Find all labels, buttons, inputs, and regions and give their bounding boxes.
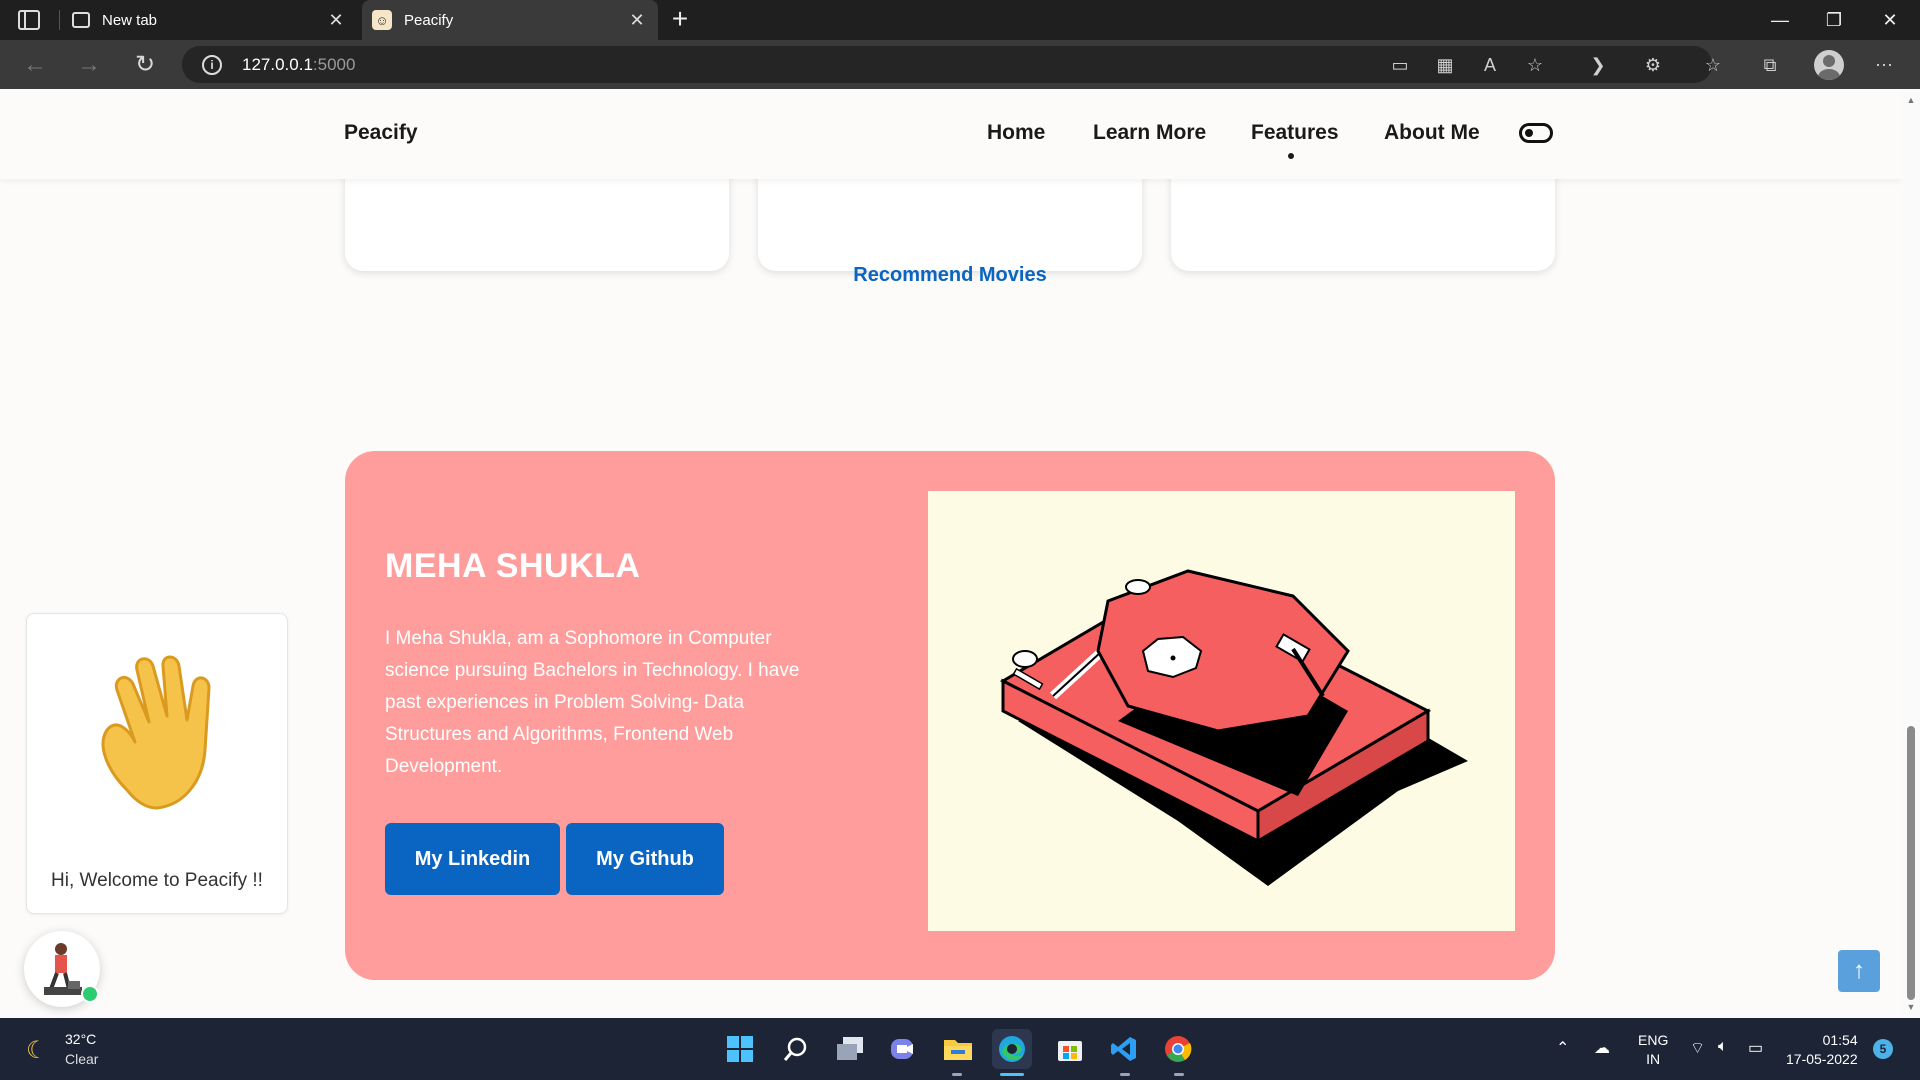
notification-badge[interactable]: 5: [1873, 1039, 1893, 1059]
chevron-right-icon[interactable]: ❯: [1585, 52, 1611, 78]
read-aloud-icon[interactable]: A: [1477, 52, 1503, 78]
lang-code: ENG: [1638, 1032, 1669, 1048]
volume-icon[interactable]: 🔈︎: [1718, 1038, 1728, 1056]
nav-features[interactable]: Features: [1251, 121, 1339, 145]
app-available-icon[interactable]: ▭: [1387, 52, 1413, 78]
github-button[interactable]: My Github: [566, 823, 724, 895]
active-nav-indicator: [1288, 153, 1294, 159]
url-text: 127.0.0.1:5000: [242, 55, 355, 75]
minimize-icon[interactable]: —: [1752, 0, 1808, 40]
welcome-text: Hi, Welcome to Peacify !!: [51, 870, 263, 891]
onedrive-icon[interactable]: ☁: [1594, 1038, 1610, 1058]
scroll-down-icon[interactable]: ▼: [1906, 1002, 1916, 1012]
task-view-icon[interactable]: [830, 1029, 870, 1069]
site-info-icon[interactable]: i: [202, 55, 222, 75]
tab-title: New tab: [102, 11, 158, 29]
nav-learn-more[interactable]: Learn More: [1093, 121, 1206, 145]
scroll-up-icon[interactable]: ▲: [1906, 95, 1916, 105]
about-name: MEHA SHUKLA: [385, 547, 641, 585]
tab-title: Peacify: [404, 11, 454, 29]
restore-icon[interactable]: ❐: [1806, 0, 1862, 40]
weather-description[interactable]: Clear: [65, 1051, 98, 1067]
chevron-up-icon[interactable]: ⌃: [1556, 1038, 1569, 1058]
taskbar-running-indicator: [1120, 1073, 1130, 1076]
store-icon[interactable]: [1050, 1029, 1090, 1069]
close-icon[interactable]: ✕: [325, 9, 347, 31]
region-code: IN: [1646, 1051, 1661, 1067]
moon-icon[interactable]: ☾: [26, 1036, 48, 1065]
nav-about-me[interactable]: About Me: [1384, 121, 1480, 145]
new-tab-button[interactable]: +: [666, 4, 694, 34]
address-bar[interactable]: i 127.0.0.1:5000 ▭ ▦ A ☆: [182, 46, 1712, 83]
start-icon[interactable]: [720, 1029, 760, 1069]
back-icon[interactable]: ←: [20, 50, 50, 80]
peacify-favicon-icon: ☺: [372, 10, 392, 30]
tab-actions-icon[interactable]: [18, 10, 40, 30]
waving-hand-icon: [97, 650, 227, 825]
browser-tab-bar: New tab ✕ ☺ Peacify ✕ + — ❐ ✕: [0, 0, 1920, 40]
chatbot-launcher[interactable]: [24, 931, 100, 1007]
more-menu-icon[interactable]: ⋯: [1871, 52, 1897, 78]
close-icon[interactable]: ✕: [626, 9, 648, 31]
recommend-movies-link[interactable]: Recommend Movies: [758, 264, 1142, 287]
new-tab-icon: [72, 12, 90, 28]
input-language[interactable]: ENG IN: [1638, 1031, 1668, 1069]
vscode-icon[interactable]: [1104, 1029, 1144, 1069]
page-scrollbar[interactable]: ▲ ▼: [1902, 89, 1920, 1018]
favorites-icon[interactable]: ☆: [1700, 52, 1726, 78]
chrome-icon[interactable]: [1158, 1029, 1198, 1069]
file-explorer-icon[interactable]: [938, 1029, 978, 1069]
theme-toggle-icon[interactable]: [1519, 123, 1553, 143]
turntable-illustration: [928, 491, 1515, 931]
battery-icon[interactable]: ▭: [1748, 1038, 1763, 1058]
taskbar-active-indicator: [1000, 1073, 1024, 1076]
site-brand[interactable]: Peacify: [344, 121, 418, 145]
taskbar-running-indicator: [952, 1073, 962, 1076]
forward-icon[interactable]: →: [74, 50, 104, 80]
linkedin-button[interactable]: My Linkedin: [385, 823, 560, 895]
profile-avatar[interactable]: [1814, 50, 1844, 80]
taskbar-clock[interactable]: 01:54 17-05-2022: [1786, 1031, 1858, 1069]
close-window-icon[interactable]: ✕: [1862, 0, 1918, 40]
url-host: 127.0.0.1: [242, 55, 313, 74]
welcome-card: Hi, Welcome to Peacify !!: [26, 613, 288, 914]
site-navbar: Peacify Home Learn More Features About M…: [0, 89, 1902, 179]
page-viewport: Recommend Movies Peacify Home Learn More…: [0, 89, 1902, 1018]
add-favorite-icon[interactable]: ☆: [1522, 52, 1548, 78]
windows-taskbar: ☾ 32°C Clear ⌃ ☁ ENG IN ⌔ 🔈︎ ▭ 01:54 17-…: [0, 1018, 1920, 1080]
url-port: :5000: [312, 55, 356, 74]
extensions-icon[interactable]: ⚙: [1640, 52, 1666, 78]
refresh-icon[interactable]: ↻: [130, 50, 160, 80]
clock-time: 01:54: [1822, 1032, 1858, 1048]
wifi-icon[interactable]: ⌔: [1690, 1038, 1705, 1058]
online-status-indicator: [81, 985, 99, 1003]
search-icon[interactable]: [776, 1029, 816, 1069]
tab-peacify[interactable]: ☺ Peacify ✕: [362, 0, 658, 40]
weather-temperature[interactable]: 32°C: [65, 1031, 96, 1047]
about-bio: I Meha Shukla, am a Sophomore in Compute…: [385, 628, 800, 777]
browser-toolbar: ← → ↻ i 127.0.0.1:5000 ▭ ▦ A ☆ ❯ ⚙ ☆ ⧉ ⋯: [0, 40, 1920, 89]
taskbar-running-indicator: [1174, 1073, 1184, 1076]
tab-new-tab[interactable]: New tab ✕: [62, 0, 357, 40]
qr-code-icon[interactable]: ▦: [1432, 52, 1458, 78]
tab-separator: [59, 10, 60, 30]
nav-home[interactable]: Home: [987, 121, 1045, 145]
edge-icon[interactable]: [992, 1029, 1032, 1069]
about-me-section: MEHA SHUKLA I Meha Shukla, am a Sophomor…: [345, 451, 1555, 980]
scroll-to-top-button[interactable]: ↑: [1838, 950, 1880, 992]
collections-icon[interactable]: ⧉: [1757, 52, 1783, 78]
teams-chat-icon[interactable]: [884, 1029, 924, 1069]
scrollbar-thumb[interactable]: [1907, 726, 1915, 1000]
clock-date: 17-05-2022: [1786, 1051, 1858, 1067]
